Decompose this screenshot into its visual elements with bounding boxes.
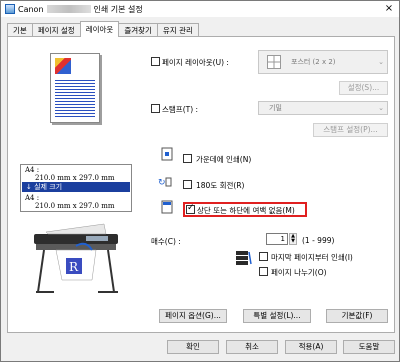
no-margin-label: 상단 또는 하단에 여백 없음(M) xyxy=(197,206,295,215)
svg-text:↻: ↻ xyxy=(158,178,166,188)
page-options-button[interactable]: 페이지 옵션(G)... xyxy=(159,309,227,323)
down-arrow-icon: ↓ xyxy=(26,183,32,191)
size-label-top: A4 : xyxy=(25,166,40,174)
tab-maintenance[interactable]: 유지 관리 xyxy=(156,23,199,37)
layout-panel: A4 : 210.0 mm x 297.0 mm ↓ 실제 크기 A4 : 21… xyxy=(7,36,395,333)
center-checkbox[interactable] xyxy=(183,154,192,163)
size-bottom: 210.0 mm x 297.0 mm xyxy=(35,202,115,210)
page-layout-value: 포스터 (2 x 2) xyxy=(291,58,336,66)
printer-illustration: R xyxy=(34,223,118,293)
preview-image-icon xyxy=(55,58,71,74)
printer-app-icon xyxy=(5,4,15,14)
special-settings-button[interactable]: 특별 설정(L)... xyxy=(243,309,311,323)
reverse-order-checkbox[interactable] xyxy=(259,252,268,261)
page-layout-label: 페이지 레이아웃(U) : xyxy=(162,58,229,67)
copies-range: (1 - 999) xyxy=(302,236,335,245)
print-preferences-window: Canon 인쇄 기본 설정 × 기본 페이지 설정 레이아웃 즐겨찾기 유지 … xyxy=(0,0,400,362)
stamp-checkbox[interactable] xyxy=(151,104,160,113)
stamp-settings-button[interactable]: 스탬프 설정(P)... xyxy=(313,123,388,137)
tab-basic[interactable]: 기본 xyxy=(7,23,33,37)
ok-button[interactable]: 확인 xyxy=(167,340,219,354)
cancel-button[interactable]: 취소 xyxy=(226,340,278,354)
title-redacted-model xyxy=(46,5,91,13)
copies-stepper[interactable]: ▲ ▼ xyxy=(289,233,297,245)
title-suffix: 인쇄 기본 설정 xyxy=(93,4,143,14)
page-preview xyxy=(50,53,100,123)
tab-favorites[interactable]: 즐겨찾기 xyxy=(118,23,158,37)
poster-layout-icon xyxy=(267,55,281,69)
no-margin-icon xyxy=(161,200,173,214)
title-prefix: Canon xyxy=(18,4,44,14)
actual-size-row: ↓ 실제 크기 xyxy=(22,182,130,192)
chevron-down-icon: ⌄ xyxy=(378,104,384,112)
close-icon[interactable]: × xyxy=(382,3,396,15)
size-label-bottom: A4 : xyxy=(25,194,40,202)
no-margin-checkbox[interactable] xyxy=(186,203,195,214)
copies-input[interactable]: 1 xyxy=(266,233,288,245)
svg-text:R: R xyxy=(69,260,79,274)
defaults-button[interactable]: 기본값(F) xyxy=(326,309,388,323)
rotate-checkbox[interactable] xyxy=(183,180,192,189)
reverse-order-label: 마지막 페이지부터 인쇄(I) xyxy=(271,253,353,262)
tab-strip: 기본 페이지 설정 레이아웃 즐겨찾기 유지 관리 xyxy=(7,21,199,37)
paper-size-box: A4 : 210.0 mm x 297.0 mm ↓ 실제 크기 A4 : 21… xyxy=(20,164,132,212)
center-label: 가운데에 인쇄(N) xyxy=(196,155,252,164)
page-layout-select[interactable]: 포스터 (2 x 2) ⌄ xyxy=(258,50,388,74)
stacked-pages-icon xyxy=(236,251,252,265)
stamp-label: 스탬프(T) : xyxy=(162,105,199,114)
center-page-icon xyxy=(161,147,173,161)
rotate-label: 180도 회전(R) xyxy=(196,181,245,190)
apply-button[interactable]: 적용(A) xyxy=(285,340,337,354)
collate-checkbox[interactable] xyxy=(259,267,268,276)
stamp-select[interactable]: 기밀 ⌄ xyxy=(258,101,388,115)
preview-text-lines xyxy=(55,78,95,118)
collate-label: 페이지 나누기(O) xyxy=(271,268,327,277)
tab-layout[interactable]: 레이아웃 xyxy=(79,21,120,37)
page-layout-checkbox[interactable] xyxy=(151,57,160,66)
actual-size-label: 실제 크기 xyxy=(34,183,63,191)
page-layout-settings-button[interactable]: 설정(S)... xyxy=(339,81,388,95)
stamp-value: 기밀 xyxy=(269,104,282,112)
size-top: 210.0 mm x 297.0 mm xyxy=(35,174,115,182)
tab-page-setup[interactable]: 페이지 설정 xyxy=(31,23,81,37)
copies-label: 매수(C) : xyxy=(151,237,181,246)
help-button[interactable]: 도움말 xyxy=(343,340,395,354)
chevron-down-icon: ⌄ xyxy=(378,58,384,66)
rotate-180-icon: ↻ xyxy=(158,177,172,188)
title-bar: Canon 인쇄 기본 설정 × xyxy=(1,1,399,17)
